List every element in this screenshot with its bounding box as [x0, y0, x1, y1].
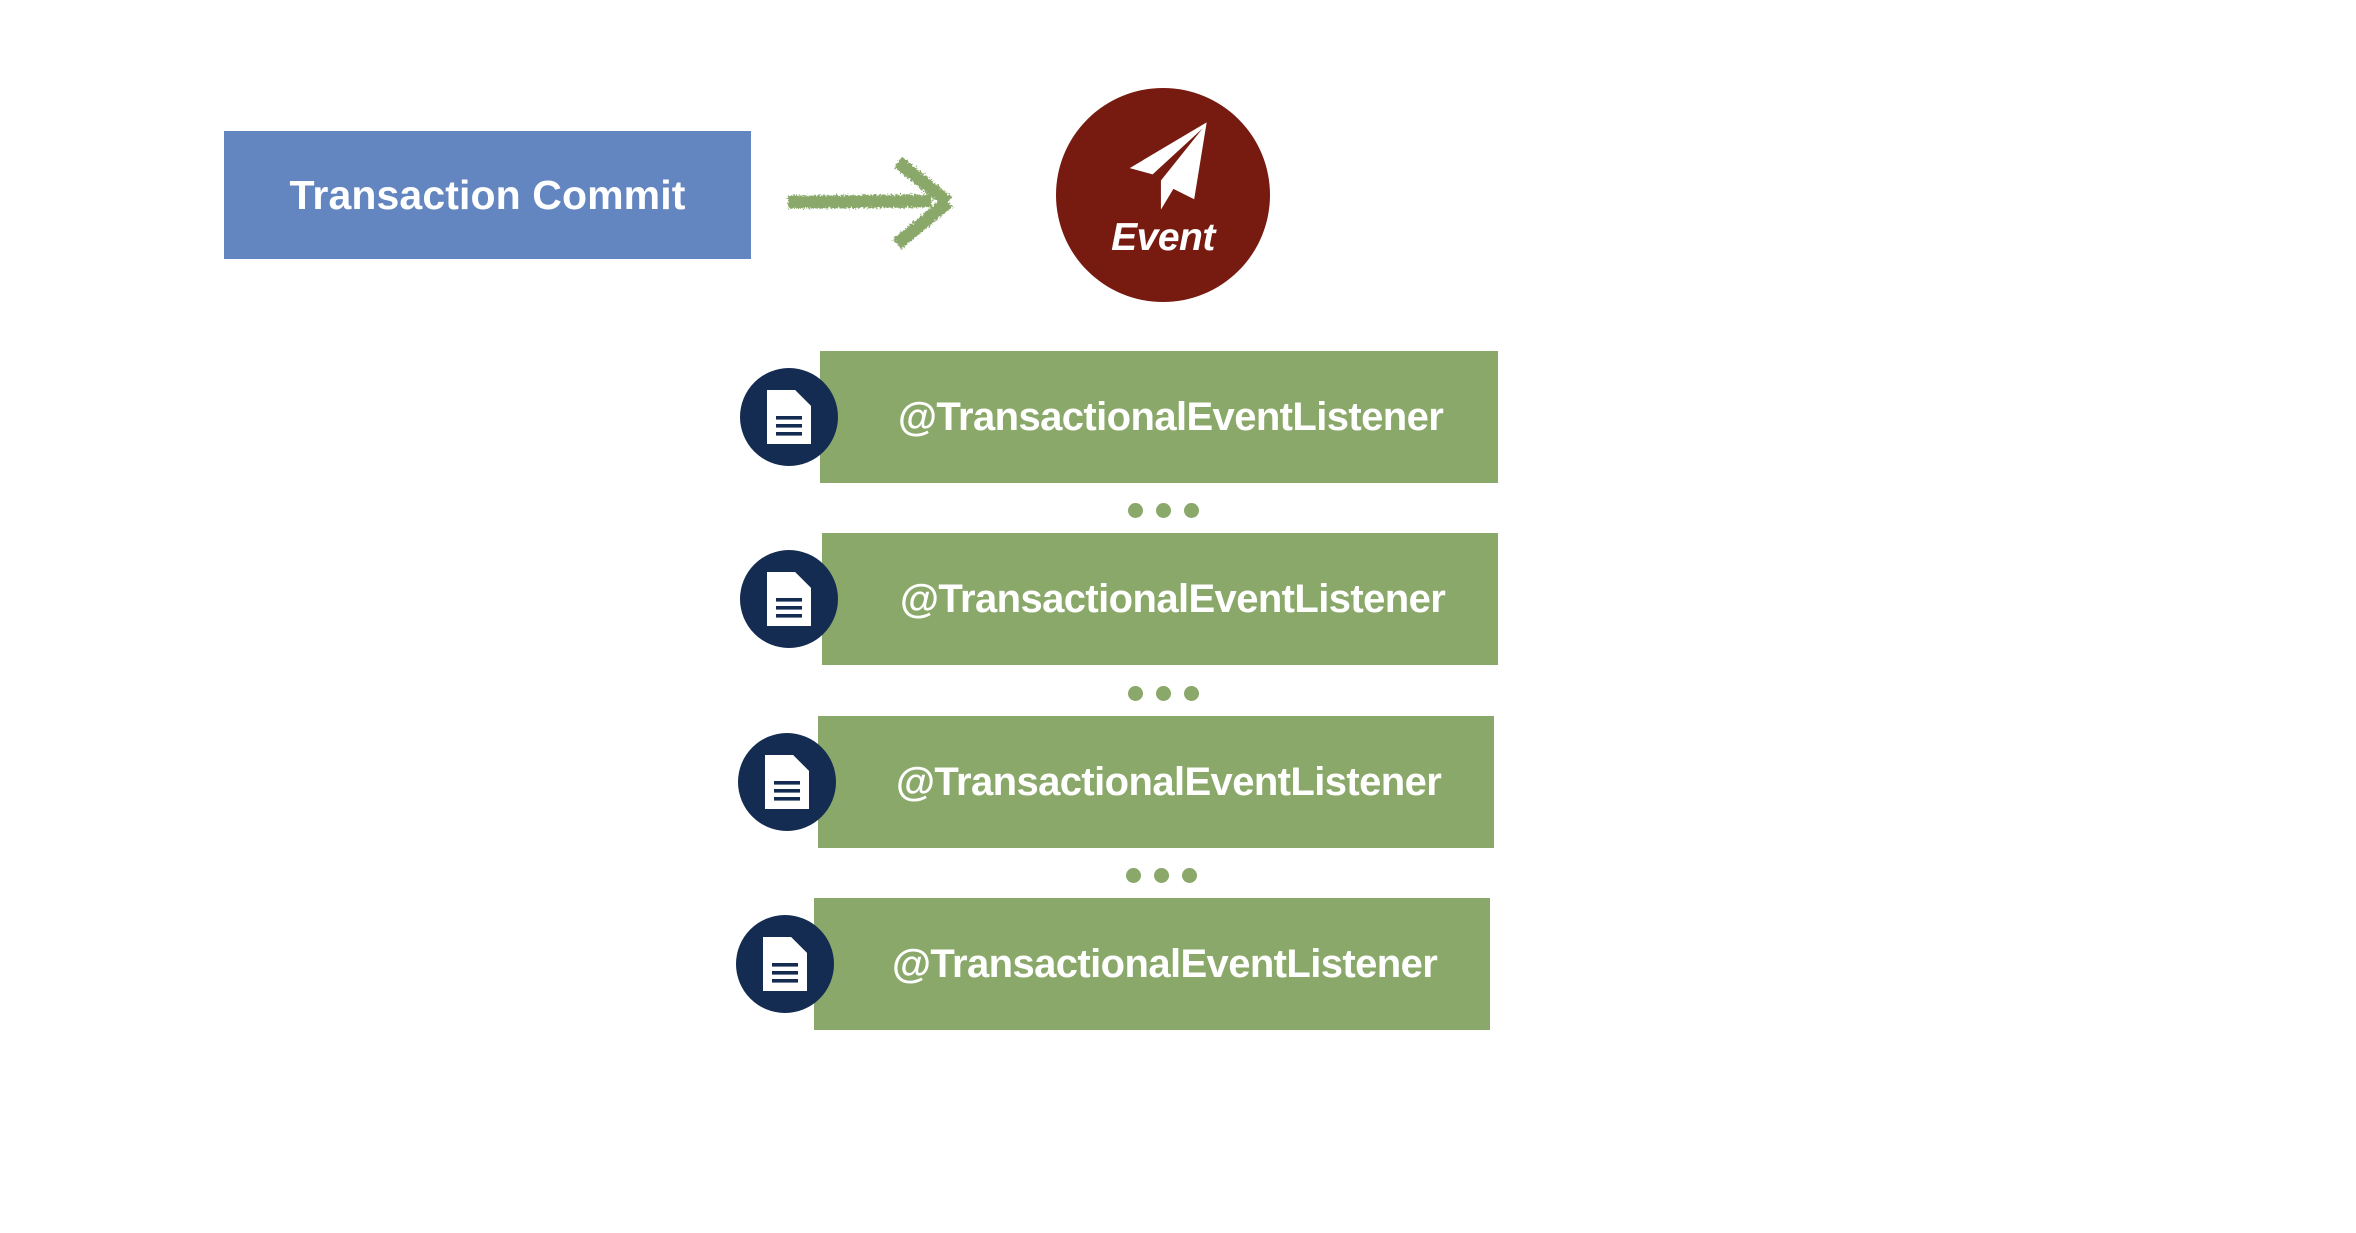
- dot: [1156, 686, 1171, 701]
- listener-bar: @TransactionalEventListener: [818, 716, 1494, 848]
- dot: [1126, 868, 1141, 883]
- ellipsis-3: [1126, 868, 1197, 883]
- dot: [1128, 686, 1143, 701]
- listener-label: @TransactionalEventListener: [898, 394, 1444, 439]
- listener-label: @TransactionalEventListener: [900, 576, 1446, 621]
- listener-label: @TransactionalEventListener: [892, 941, 1438, 986]
- diagram-canvas: Transaction Commit Event @TransactionalE…: [0, 0, 2356, 1233]
- transaction-commit-label: Transaction Commit: [289, 171, 686, 218]
- event-circle: Event: [1056, 88, 1270, 302]
- document-icon: [740, 550, 838, 648]
- listener-label: @TransactionalEventListener: [896, 759, 1442, 804]
- document-icon: [736, 915, 834, 1013]
- listener-bar: @TransactionalEventListener: [822, 533, 1498, 665]
- dot: [1182, 868, 1197, 883]
- dot: [1184, 503, 1199, 518]
- dot: [1128, 503, 1143, 518]
- document-icon: [738, 733, 836, 831]
- event-label: Event: [1111, 216, 1215, 259]
- dot: [1184, 686, 1199, 701]
- ellipsis-1: [1128, 503, 1199, 518]
- document-icon: [740, 368, 838, 466]
- ellipsis-2: [1128, 686, 1199, 701]
- dot: [1154, 868, 1169, 883]
- listener-bar: @TransactionalEventListener: [814, 898, 1490, 1030]
- paper-plane-icon: [1115, 114, 1219, 218]
- transaction-commit-box: Transaction Commit: [224, 131, 751, 259]
- arrow-right-sketch-icon: [780, 140, 1030, 260]
- listener-bar: @TransactionalEventListener: [820, 351, 1498, 483]
- dot: [1156, 503, 1171, 518]
